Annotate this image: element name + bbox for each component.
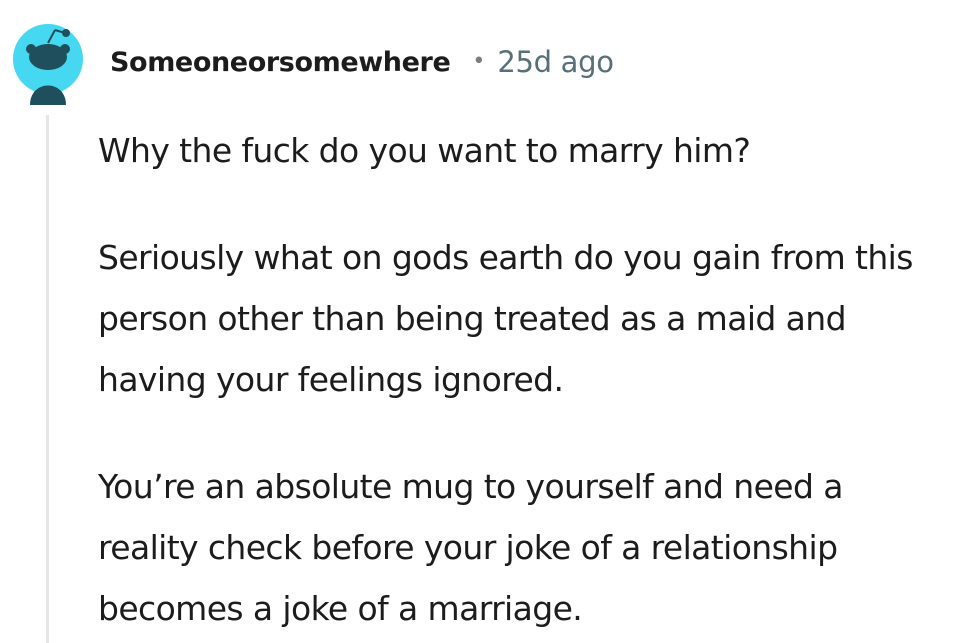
comment-paragraph: You’re an absolute mug to yourself and n… xyxy=(98,467,843,628)
comment-paragraph: Why the fuck do you want to marry him? xyxy=(98,131,751,170)
comment-body: Why the fuck do you want to marry him? S… xyxy=(98,120,948,639)
comment-timestamp[interactable]: 25d ago xyxy=(497,45,614,79)
thread-line[interactable] xyxy=(46,115,49,643)
snoo-avatar-icon xyxy=(13,24,83,105)
comment-paragraph: Seriously what on gods earth do you gain… xyxy=(98,238,913,399)
comment: Someoneorsomewhere • 25d ago Why the fuc… xyxy=(0,0,963,643)
user-avatar[interactable] xyxy=(13,13,83,105)
meta-separator: • xyxy=(472,48,486,74)
username-link[interactable]: Someoneorsomewhere xyxy=(110,47,451,78)
comment-header: Someoneorsomewhere • 25d ago xyxy=(110,40,614,84)
